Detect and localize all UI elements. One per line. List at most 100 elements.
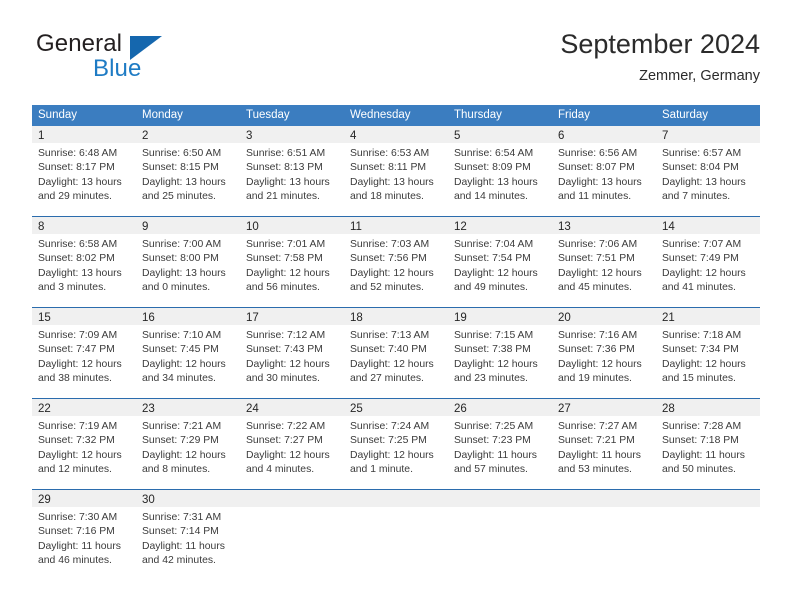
calendar-day-cell-empty xyxy=(552,490,656,571)
sunset-text: Sunset: 7:18 PM xyxy=(662,435,739,447)
daylight-text: and 49 minutes. xyxy=(454,281,528,293)
calendar-week-row: 1 Sunrise: 6:48 AM Sunset: 8:17 PM Daylight… xyxy=(32,126,760,207)
calendar-day-cell[interactable]: 17 Sunrise: 7:12 AM Sunset: 7:43 PM Dayligh… xyxy=(240,308,344,389)
day-number-band: 17 xyxy=(240,308,344,325)
day-details: Sunrise: 7:06 AM Sunset: 7:51 PM Daylight:… xyxy=(552,234,656,295)
weekday-header-friday: Friday xyxy=(558,109,590,121)
daylight-text: and 53 minutes. xyxy=(558,463,632,475)
calendar-day-cell[interactable]: 7 Sunrise: 6:57 AM Sunset: 8:04 PM Daylight… xyxy=(656,126,760,207)
calendar-day-cell[interactable]: 26 Sunrise: 7:25 AM Sunset: 7:23 PM Dayligh… xyxy=(448,399,552,480)
day-number: 21 xyxy=(662,312,675,324)
daylight-text: and 8 minutes. xyxy=(142,463,211,475)
calendar-day-cell-empty xyxy=(448,490,552,571)
calendar-day-cell[interactable]: 10 Sunrise: 7:01 AM Sunset: 7:58 PM Dayligh… xyxy=(240,217,344,298)
sunset-text: Sunset: 8:00 PM xyxy=(142,253,219,265)
calendar-day-cell[interactable]: 2 Sunrise: 6:50 AM Sunset: 8:15 PM Daylight… xyxy=(136,126,240,207)
day-number-band: 9 xyxy=(136,217,240,234)
day-details: Sunrise: 7:09 AM Sunset: 7:47 PM Daylight:… xyxy=(32,325,136,386)
weekday-header-saturday: Saturday xyxy=(662,109,709,121)
calendar-day-cell[interactable]: 27 Sunrise: 7:27 AM Sunset: 7:21 PM Dayligh… xyxy=(552,399,656,480)
day-number-band xyxy=(552,490,656,507)
daylight-text: and 45 minutes. xyxy=(558,281,632,293)
calendar-day-cell[interactable]: 20 Sunrise: 7:16 AM Sunset: 7:36 PM Dayligh… xyxy=(552,308,656,389)
sunrise-text: Sunrise: 7:31 AM xyxy=(142,512,222,523)
calendar-week-row: 8 Sunrise: 6:58 AM Sunset: 8:02 PM Daylight… xyxy=(32,216,760,298)
calendar-day-cell[interactable]: 15 Sunrise: 7:09 AM Sunset: 7:47 PM Dayligh… xyxy=(32,308,136,389)
calendar-day-cell[interactable]: 1 Sunrise: 6:48 AM Sunset: 8:17 PM Daylight… xyxy=(32,126,136,207)
calendar-day-cell[interactable]: 8 Sunrise: 6:58 AM Sunset: 8:02 PM Daylight… xyxy=(32,217,136,298)
sunrise-text: Sunrise: 7:00 AM xyxy=(142,239,222,250)
day-number: 19 xyxy=(454,312,467,324)
day-number-band xyxy=(656,490,760,507)
calendar-day-cell[interactable]: 19 Sunrise: 7:15 AM Sunset: 7:38 PM Dayligh… xyxy=(448,308,552,389)
daylight-text: and 30 minutes. xyxy=(246,372,320,384)
weekday-header-monday: Monday xyxy=(142,109,183,121)
day-number-band xyxy=(344,490,448,507)
calendar-day-cell[interactable]: 28 Sunrise: 7:28 AM Sunset: 7:18 PM Dayligh… xyxy=(656,399,760,480)
calendar-day-cell[interactable]: 5 Sunrise: 6:54 AM Sunset: 8:09 PM Daylight… xyxy=(448,126,552,207)
weekday-header-sunday: Sunday xyxy=(38,109,78,121)
page-header: General Blue September 2024 Zemmer, Germ… xyxy=(32,28,760,98)
week-cells: 8 Sunrise: 6:58 AM Sunset: 8:02 PM Daylight… xyxy=(32,217,760,298)
daylight-text: and 4 minutes. xyxy=(246,463,315,475)
calendar-day-cell[interactable]: 18 Sunrise: 7:13 AM Sunset: 7:40 PM Dayligh… xyxy=(344,308,448,389)
calendar-day-cell[interactable]: 25 Sunrise: 7:24 AM Sunset: 7:25 PM Dayligh… xyxy=(344,399,448,480)
calendar-day-cell[interactable]: 11 Sunrise: 7:03 AM Sunset: 7:56 PM Dayligh… xyxy=(344,217,448,298)
calendar-day-cell[interactable]: 30 Sunrise: 7:31 AM Sunset: 7:14 PM Dayligh… xyxy=(136,490,240,571)
day-number-band: 22 xyxy=(32,399,136,416)
day-number: 16 xyxy=(142,312,155,324)
day-details: Sunrise: 7:00 AM Sunset: 8:00 PM Daylight:… xyxy=(136,234,240,295)
sunrise-text: Sunrise: 7:30 AM xyxy=(38,512,118,523)
sunrise-text: Sunrise: 7:07 AM xyxy=(662,239,742,250)
daylight-text: and 14 minutes. xyxy=(454,190,528,202)
daylight-text: and 57 minutes. xyxy=(454,463,528,475)
calendar-day-cell[interactable]: 24 Sunrise: 7:22 AM Sunset: 7:27 PM Dayligh… xyxy=(240,399,344,480)
sunset-text: Sunset: 7:23 PM xyxy=(454,435,531,447)
day-number: 28 xyxy=(662,403,675,415)
week-cells: 1 Sunrise: 6:48 AM Sunset: 8:17 PM Daylight… xyxy=(32,126,760,207)
sunrise-text: Sunrise: 7:10 AM xyxy=(142,330,222,341)
sunrise-text: Sunrise: 6:53 AM xyxy=(350,148,430,159)
day-number: 14 xyxy=(662,221,675,233)
day-number-band: 7 xyxy=(656,126,760,143)
calendar-day-cell[interactable]: 13 Sunrise: 7:06 AM Sunset: 7:51 PM Dayligh… xyxy=(552,217,656,298)
calendar-day-cell[interactable]: 9 Sunrise: 7:00 AM Sunset: 8:00 PM Daylight… xyxy=(136,217,240,298)
day-number-band: 6 xyxy=(552,126,656,143)
day-number: 6 xyxy=(558,130,565,142)
calendar-day-cell[interactable]: 23 Sunrise: 7:21 AM Sunset: 7:29 PM Dayligh… xyxy=(136,399,240,480)
calendar-day-cell[interactable]: 12 Sunrise: 7:04 AM Sunset: 7:54 PM Dayligh… xyxy=(448,217,552,298)
daylight-text: Daylight: 12 hours xyxy=(454,267,538,279)
daylight-text: Daylight: 11 hours xyxy=(142,540,225,552)
daylight-text: Daylight: 12 hours xyxy=(246,267,330,279)
calendar-day-cell[interactable]: 4 Sunrise: 6:53 AM Sunset: 8:11 PM Daylight… xyxy=(344,126,448,207)
daylight-text: and 42 minutes. xyxy=(142,554,216,566)
calendar-week-row: 29 Sunrise: 7:30 AM Sunset: 7:16 PM Dayligh… xyxy=(32,489,760,571)
daylight-text: and 52 minutes. xyxy=(350,281,424,293)
day-number: 4 xyxy=(350,130,357,142)
generalblue-logo[interactable]: General Blue xyxy=(32,30,232,86)
calendar-day-cell[interactable]: 22 Sunrise: 7:19 AM Sunset: 7:32 PM Dayligh… xyxy=(32,399,136,480)
sunrise-text: Sunrise: 7:12 AM xyxy=(246,330,326,341)
sunset-text: Sunset: 8:04 PM xyxy=(662,162,739,174)
day-details: Sunrise: 6:57 AM Sunset: 8:04 PM Daylight:… xyxy=(656,143,760,204)
day-number-band: 11 xyxy=(344,217,448,234)
daylight-text: and 7 minutes. xyxy=(662,190,731,202)
calendar-day-cell[interactable]: 14 Sunrise: 7:07 AM Sunset: 7:49 PM Dayligh… xyxy=(656,217,760,298)
calendar-day-cell[interactable]: 6 Sunrise: 6:56 AM Sunset: 8:07 PM Daylight… xyxy=(552,126,656,207)
daylight-text: Daylight: 13 hours xyxy=(142,176,226,188)
day-number-band: 26 xyxy=(448,399,552,416)
day-details: Sunrise: 6:56 AM Sunset: 8:07 PM Daylight:… xyxy=(552,143,656,204)
calendar-day-cell[interactable]: 29 Sunrise: 7:30 AM Sunset: 7:16 PM Dayligh… xyxy=(32,490,136,571)
daylight-text: Daylight: 13 hours xyxy=(142,267,226,279)
sunset-text: Sunset: 7:21 PM xyxy=(558,435,635,447)
sunrise-text: Sunrise: 7:18 AM xyxy=(662,330,742,341)
calendar-day-cell[interactable]: 21 Sunrise: 7:18 AM Sunset: 7:34 PM Dayligh… xyxy=(656,308,760,389)
day-details: Sunrise: 7:12 AM Sunset: 7:43 PM Daylight:… xyxy=(240,325,344,386)
sunset-text: Sunset: 7:45 PM xyxy=(142,344,219,356)
day-number: 11 xyxy=(350,221,362,233)
day-details: Sunrise: 7:01 AM Sunset: 7:58 PM Daylight:… xyxy=(240,234,344,295)
day-number: 23 xyxy=(142,403,155,415)
calendar-day-cell[interactable]: 3 Sunrise: 6:51 AM Sunset: 8:13 PM Daylight… xyxy=(240,126,344,207)
calendar-day-cell[interactable]: 16 Sunrise: 7:10 AM Sunset: 7:45 PM Dayligh… xyxy=(136,308,240,389)
daylight-text: Daylight: 11 hours xyxy=(38,540,121,552)
